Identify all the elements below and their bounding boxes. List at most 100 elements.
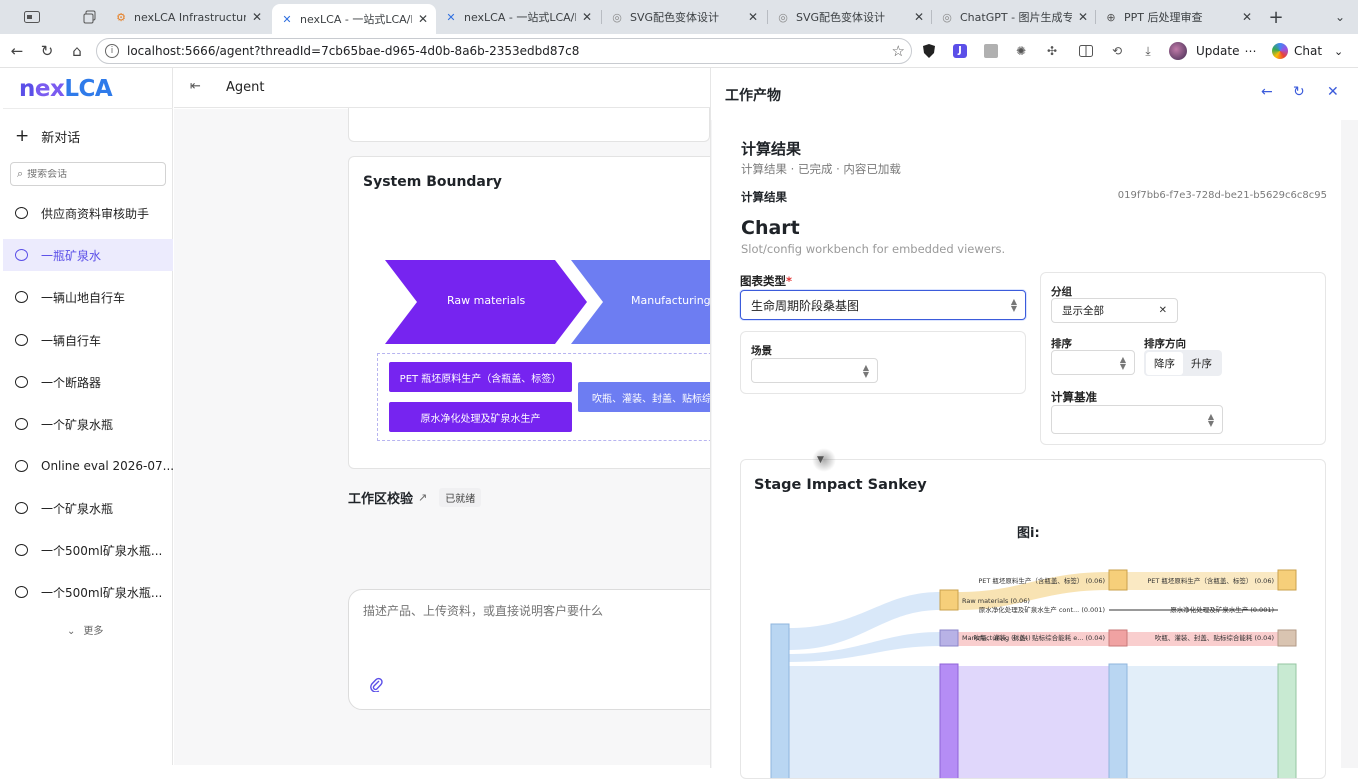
back-icon[interactable]: ← <box>6 40 28 62</box>
sidebar-toggle-icon[interactable] <box>18 6 46 28</box>
download-icon[interactable]: ⤓ <box>1139 42 1157 60</box>
chat-bubble-icon <box>15 502 28 514</box>
close-icon[interactable]: ✕ <box>1327 84 1339 100</box>
avatar[interactable] <box>1169 42 1187 60</box>
sidebar: nexLCA + 新对话 ⌕ 供应商资料审核助手 一瓶矿泉水 一辆山地自行车 一… <box>3 68 173 765</box>
puzzle-icon[interactable]: ✣ <box>1043 42 1061 60</box>
show-more-button[interactable]: ⌄ 更多 <box>67 622 103 637</box>
process-box: PET 瓶坯原料生产（含瓶盖、标签） <box>389 362 572 392</box>
chevron-down-icon[interactable]: ⌄ <box>1326 6 1354 28</box>
calc-basis-select[interactable]: ▲ ▼ <box>1051 405 1223 434</box>
chat-button[interactable]: Chat ⌄ <box>1272 40 1343 62</box>
sankey-node <box>1277 663 1297 778</box>
sankey-node <box>939 589 959 611</box>
browser-toolbar: ← ↻ ⌂ i localhost:5666/agent?threadId=7c… <box>0 34 1358 68</box>
more-dots-icon: ⋯ <box>1244 44 1257 58</box>
group-select[interactable]: 显示全部 ✕ <box>1051 298 1178 323</box>
extension-shield-icon[interactable] <box>920 42 938 60</box>
reload-icon[interactable]: ↻ <box>36 40 58 62</box>
update-button[interactable]: Update ⋯ <box>1196 40 1256 62</box>
close-icon[interactable]: ✕ <box>582 10 592 24</box>
extension-j-icon[interactable]: J <box>951 42 969 60</box>
browser-tab[interactable]: ◎ SVG配色变体设计 ✕ <box>768 4 932 30</box>
sankey-diagram: PET 瓶坯原料生产（含瓶盖、标签） (0.06) Raw materials … <box>770 569 1297 778</box>
browser-tab-active[interactable]: ✕ nexLCA - 一站式LCA/EPD ✕ <box>272 4 436 34</box>
refresh-icon[interactable]: ↻ <box>1293 84 1305 100</box>
openai-icon[interactable]: ✺ <box>1012 42 1030 60</box>
bookmark-star-icon[interactable]: ☆ <box>892 42 905 60</box>
address-bar[interactable]: i localhost:5666/agent?threadId=7cb65bae… <box>96 38 912 64</box>
chat-bubble-icon <box>15 207 28 219</box>
result-row-label: 计算结果 <box>741 190 787 204</box>
sankey-label: PET 瓶坯原料生产（含瓶盖、标签） (0.06) <box>1147 576 1274 585</box>
sort-select[interactable]: ▲ ▼ <box>1051 350 1135 375</box>
system-boundary-card: System Boundary Raw materials Manufactur… <box>348 156 728 469</box>
globe-icon: ◎ <box>612 10 622 24</box>
new-tab-icon[interactable]: + <box>1262 6 1290 28</box>
message-composer <box>348 589 728 710</box>
new-chat-button[interactable]: + 新对话 <box>15 126 80 146</box>
sidebar-item-conversation[interactable]: 一个500ml矿泉水瓶... <box>3 534 173 566</box>
sort-asc-button[interactable]: 升序 <box>1183 352 1220 375</box>
sankey-label: 原水净化处理及矿泉水生产 cont... (0.001) <box>979 605 1105 614</box>
split-view-icon[interactable] <box>1077 42 1095 60</box>
history-icon[interactable]: ⟲ <box>1108 42 1126 60</box>
sidebar-item-conversation-active[interactable]: 一瓶矿泉水 <box>3 239 173 271</box>
browser-tab-bar: ⚙ nexLCA Infrastructure - ✕ ✕ nexLCA - 一… <box>0 0 1358 34</box>
back-arrow-icon[interactable]: ← <box>1261 84 1273 100</box>
sidebar-item-conversation[interactable]: Online eval 2026-07... <box>3 450 173 482</box>
chat-bubble-icon <box>15 291 28 303</box>
artifact-panel-title: 工作产物 <box>725 88 781 104</box>
clear-icon[interactable]: ✕ <box>1159 305 1167 316</box>
nexlca-logo[interactable]: nexLCA <box>19 76 113 102</box>
sidebar-item-conversation[interactable]: 一辆山地自行车 <box>3 281 173 313</box>
external-link-icon[interactable]: ↗ <box>418 491 427 504</box>
sankey-node <box>770 623 790 778</box>
browser-tab[interactable]: ⊕ PPT 后处理审查 ✕ <box>1096 4 1260 30</box>
result-id: 019f7bb6-f7e3-728d-be21-b5629c6c8c95 <box>1117 190 1327 201</box>
sidebar-item-conversation[interactable]: 一个矿泉水瓶 <box>3 408 173 440</box>
sort-desc-button[interactable]: 降序 <box>1146 351 1183 375</box>
sidebar-item-conversation[interactable]: 一个矿泉水瓶 <box>3 492 173 524</box>
sidebar-item-conversation[interactable]: 一个断路器 <box>3 366 173 398</box>
chevron-down-icon: ⌄ <box>67 626 76 637</box>
conversation-search[interactable]: ⌕ <box>10 162 166 186</box>
browser-tab[interactable]: ✕ nexLCA - 一站式LCA/EPD ✕ <box>436 4 600 30</box>
chat-bubble-icon <box>15 418 28 430</box>
required-asterisk: * <box>786 274 793 288</box>
close-icon[interactable]: ✕ <box>418 12 428 26</box>
sidebar-item-conversation[interactable]: 一个500ml矿泉水瓶... <box>3 576 173 608</box>
home-icon[interactable]: ⌂ <box>66 40 88 62</box>
browser-tab[interactable]: ⚙ nexLCA Infrastructure - ✕ <box>106 4 270 30</box>
message-input[interactable] <box>363 602 703 642</box>
sankey-label: 原水净化处理及矿泉水生产 (0.001) <box>1170 605 1274 614</box>
tab-groups-icon[interactable] <box>76 6 104 28</box>
chat-logo-icon <box>1272 43 1288 59</box>
sankey-label: 吹瓶、灌装、封盖、贴标综合能耗 e... (0.04) <box>974 633 1105 642</box>
chart-section-subtitle: Slot/config workbench for embedded viewe… <box>741 242 1006 256</box>
close-icon[interactable]: ✕ <box>252 10 262 24</box>
close-icon[interactable]: ✕ <box>1242 10 1252 24</box>
chat-bubble-icon <box>15 249 28 261</box>
stage-label-manufacturing: Manufacturing <box>631 294 711 307</box>
sidebar-item-conversation[interactable]: 一辆自行车 <box>3 324 173 356</box>
site-info-icon[interactable]: i <box>105 44 119 58</box>
sankey-card: Stage Impact Sankey 图i: PET 瓶坯原料生产（含瓶盖、标… <box>740 459 1326 779</box>
browser-tab[interactable]: ◎ SVG配色变体设计 ✕ <box>602 4 766 30</box>
sankey-link <box>789 666 940 778</box>
chart-type-select[interactable]: 生命周期阶段桑基图 ▲ ▼ <box>740 290 1026 320</box>
close-icon[interactable]: ✕ <box>1078 10 1088 24</box>
browser-tab[interactable]: ◎ ChatGPT - 图片生成专用 ✕ <box>932 4 1096 30</box>
collapse-sidebar-icon[interactable]: ⇤ <box>190 79 201 94</box>
extension-square-icon[interactable] <box>982 42 1000 60</box>
search-input[interactable] <box>27 168 148 180</box>
artifact-panel-header: 工作产物 ← ↻ ✕ <box>711 68 1358 120</box>
attach-file-icon[interactable] <box>369 676 383 696</box>
close-icon[interactable]: ✕ <box>914 10 924 24</box>
select-arrows-icon: ▲ ▼ <box>1207 411 1214 428</box>
close-icon[interactable]: ✕ <box>748 10 758 24</box>
sankey-node <box>939 663 959 778</box>
resize-handle-icon[interactable]: ▼ <box>817 455 824 465</box>
scenario-select[interactable]: ▲ ▼ <box>751 358 878 383</box>
sidebar-item-conversation[interactable]: 供应商资料审核助手 <box>3 197 173 229</box>
